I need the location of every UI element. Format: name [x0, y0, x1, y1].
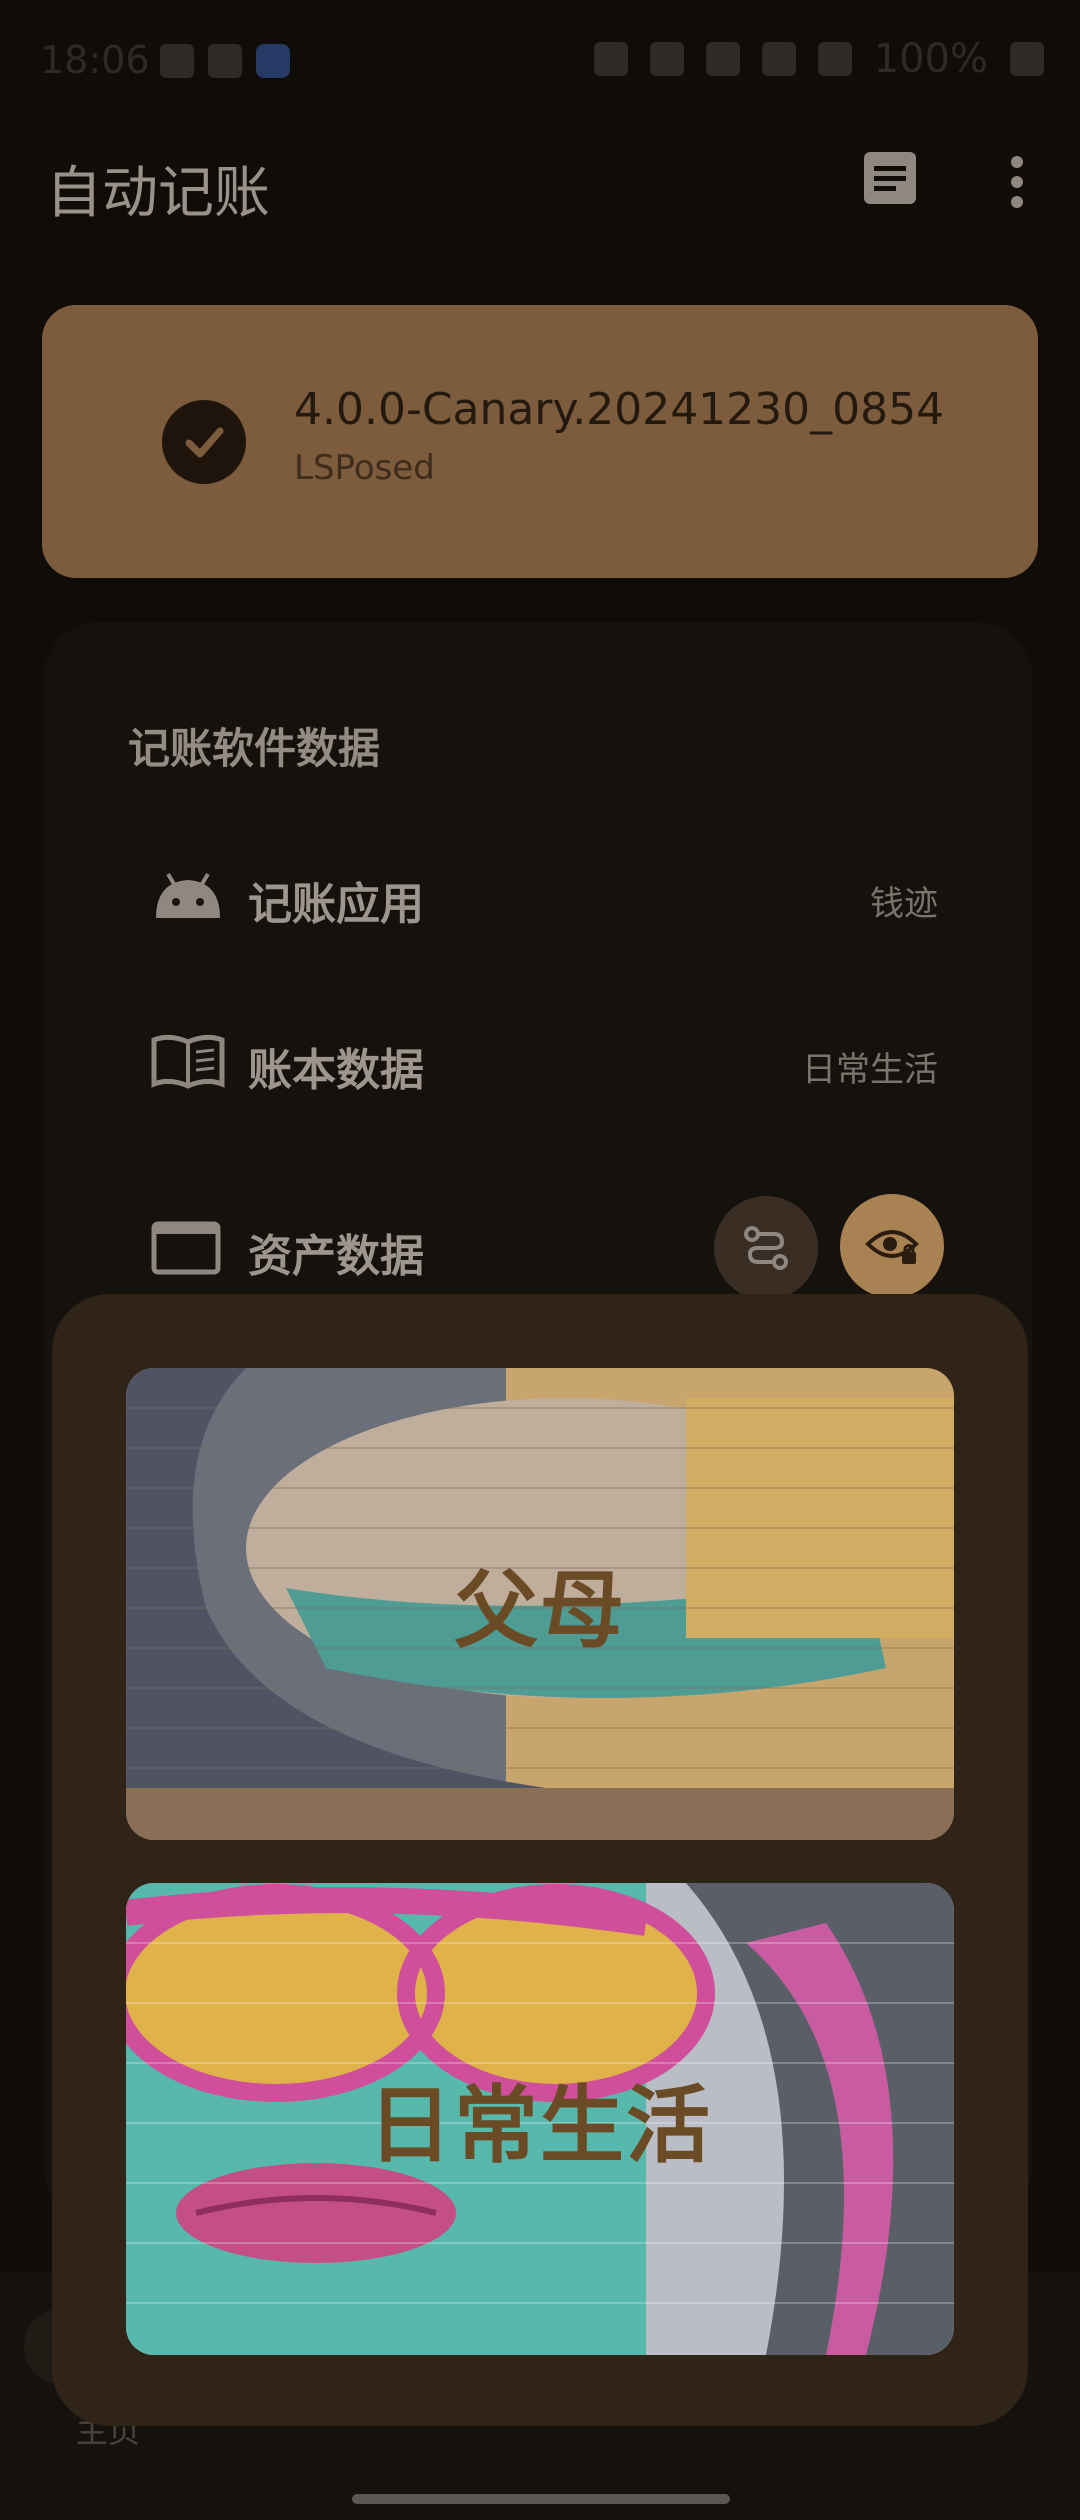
location-icon	[649, 42, 684, 76]
page-title: 自动记账	[46, 161, 270, 226]
book-name: 日常生活	[367, 2076, 712, 2175]
row-accounting-app[interactable]: 记账应用 钱迹	[128, 842, 938, 952]
book-card-daily-life[interactable]: 日常生活	[126, 1883, 954, 2355]
notification-icons	[160, 44, 290, 78]
cat-icon	[256, 44, 290, 78]
row-label: 记账应用	[248, 879, 424, 930]
check-circle-icon	[162, 400, 246, 484]
version-text: 4.0.0-Canary.20241230_0854	[294, 384, 945, 435]
signal-icon	[761, 42, 796, 76]
row-value: 钱迹	[870, 884, 938, 924]
route-button[interactable]	[714, 1196, 818, 1300]
image-icon	[208, 44, 242, 78]
hotspot-icon	[705, 42, 740, 76]
privacy-button[interactable]	[840, 1194, 944, 1298]
mute-icon	[593, 42, 628, 76]
route-icon	[744, 1226, 788, 1270]
row-value: 日常生活	[802, 1050, 938, 1090]
row-label: 账本数据	[248, 1045, 424, 1096]
battery-text: 100%	[873, 36, 988, 82]
gesture-bar	[352, 2494, 730, 2504]
book-name: 父母	[453, 1561, 626, 1660]
document-icon	[864, 152, 916, 204]
more-menu-button[interactable]	[992, 150, 1042, 214]
section-title: 记账软件数据	[128, 724, 381, 773]
status-time: 18:06	[40, 38, 150, 82]
row-book-data[interactable]: 账本数据 日常生活	[128, 1006, 938, 1116]
framework-text: LSPosed	[294, 448, 435, 488]
status-bar: 18:06 100%	[0, 0, 1080, 126]
battery-icon	[1010, 42, 1044, 76]
eye-lock-icon	[865, 1230, 919, 1264]
signal-icon	[817, 42, 852, 76]
cloud-icon	[160, 44, 194, 78]
book-icon	[151, 1034, 225, 1089]
row-label: 资产数据	[248, 1231, 424, 1282]
wallet-icon	[151, 1221, 221, 1275]
book-card-parents[interactable]: 父母	[126, 1368, 954, 1840]
log-button[interactable]	[858, 146, 922, 210]
more-vert-icon	[1011, 156, 1023, 208]
android-icon	[156, 872, 220, 918]
system-icons: 100%	[593, 36, 1044, 82]
